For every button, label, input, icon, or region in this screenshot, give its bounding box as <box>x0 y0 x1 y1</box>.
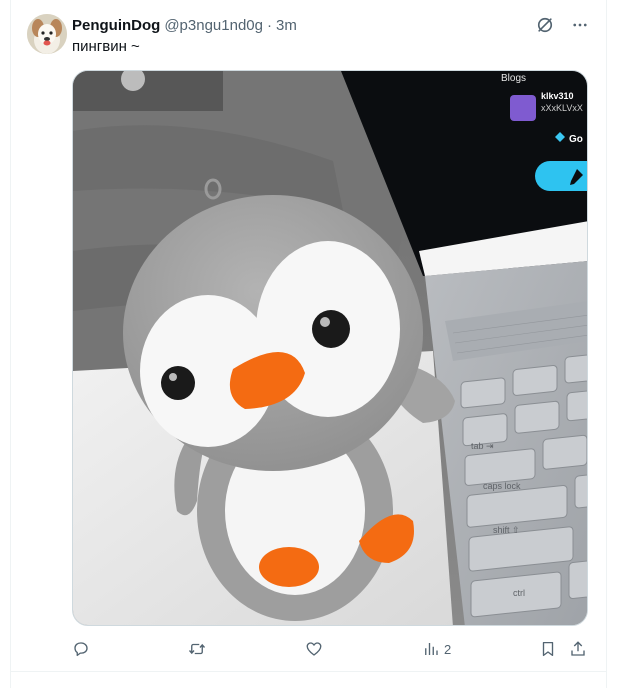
timestamp[interactable]: 3m <box>276 17 297 34</box>
grok-button[interactable] <box>532 12 558 38</box>
tweet-header: PenguinDog @p3ngu1nd0g · 3m <box>72 15 297 35</box>
separator-dot: · <box>266 16 272 34</box>
key-caps-lock-label: caps lock <box>483 481 521 491</box>
bookmark-icon <box>542 641 554 657</box>
share-button[interactable] <box>569 637 587 661</box>
reply-icon <box>74 642 88 657</box>
key-ctrl-label: ctrl <box>513 588 525 598</box>
key-tab-label: tab ⇥ <box>471 441 494 451</box>
retweet-button[interactable] <box>188 637 206 661</box>
action-bar: 2 <box>72 637 602 661</box>
views-icon <box>425 643 438 655</box>
views-button[interactable]: 2 <box>422 637 451 661</box>
avatar-image <box>27 14 67 54</box>
reply-button[interactable] <box>72 637 90 661</box>
screen-subline: xXxKLVxX <box>541 103 583 113</box>
avatar[interactable] <box>27 14 67 54</box>
screen-user-avatar <box>510 95 536 121</box>
screen-go-label: Go <box>569 134 583 145</box>
author-handle[interactable]: @p3ngu1nd0g <box>164 17 263 34</box>
retweet-icon <box>188 643 206 655</box>
more-icon <box>573 23 587 27</box>
media-photo: Blogs klkv310 xXxKLVxX Go tab ⇥ caps loc… <box>73 71 587 625</box>
divider <box>10 671 607 672</box>
grok-icon <box>537 17 553 33</box>
tweet-text: пингвин ~ <box>72 38 140 55</box>
heart-icon <box>306 642 322 656</box>
screen-blogs-label: Blogs <box>501 73 526 84</box>
author-name[interactable]: PenguinDog <box>72 17 160 34</box>
more-button[interactable] <box>567 12 593 38</box>
tweet-media[interactable]: Blogs klkv310 xXxKLVxX Go tab ⇥ caps loc… <box>72 70 588 626</box>
key-shift-label: shift ⇧ <box>493 525 520 535</box>
share-icon <box>571 641 585 656</box>
screen-username: klkv310 <box>541 91 574 101</box>
bookmark-button[interactable] <box>539 637 557 661</box>
like-button[interactable] <box>305 637 323 661</box>
views-count: 2 <box>444 641 452 657</box>
